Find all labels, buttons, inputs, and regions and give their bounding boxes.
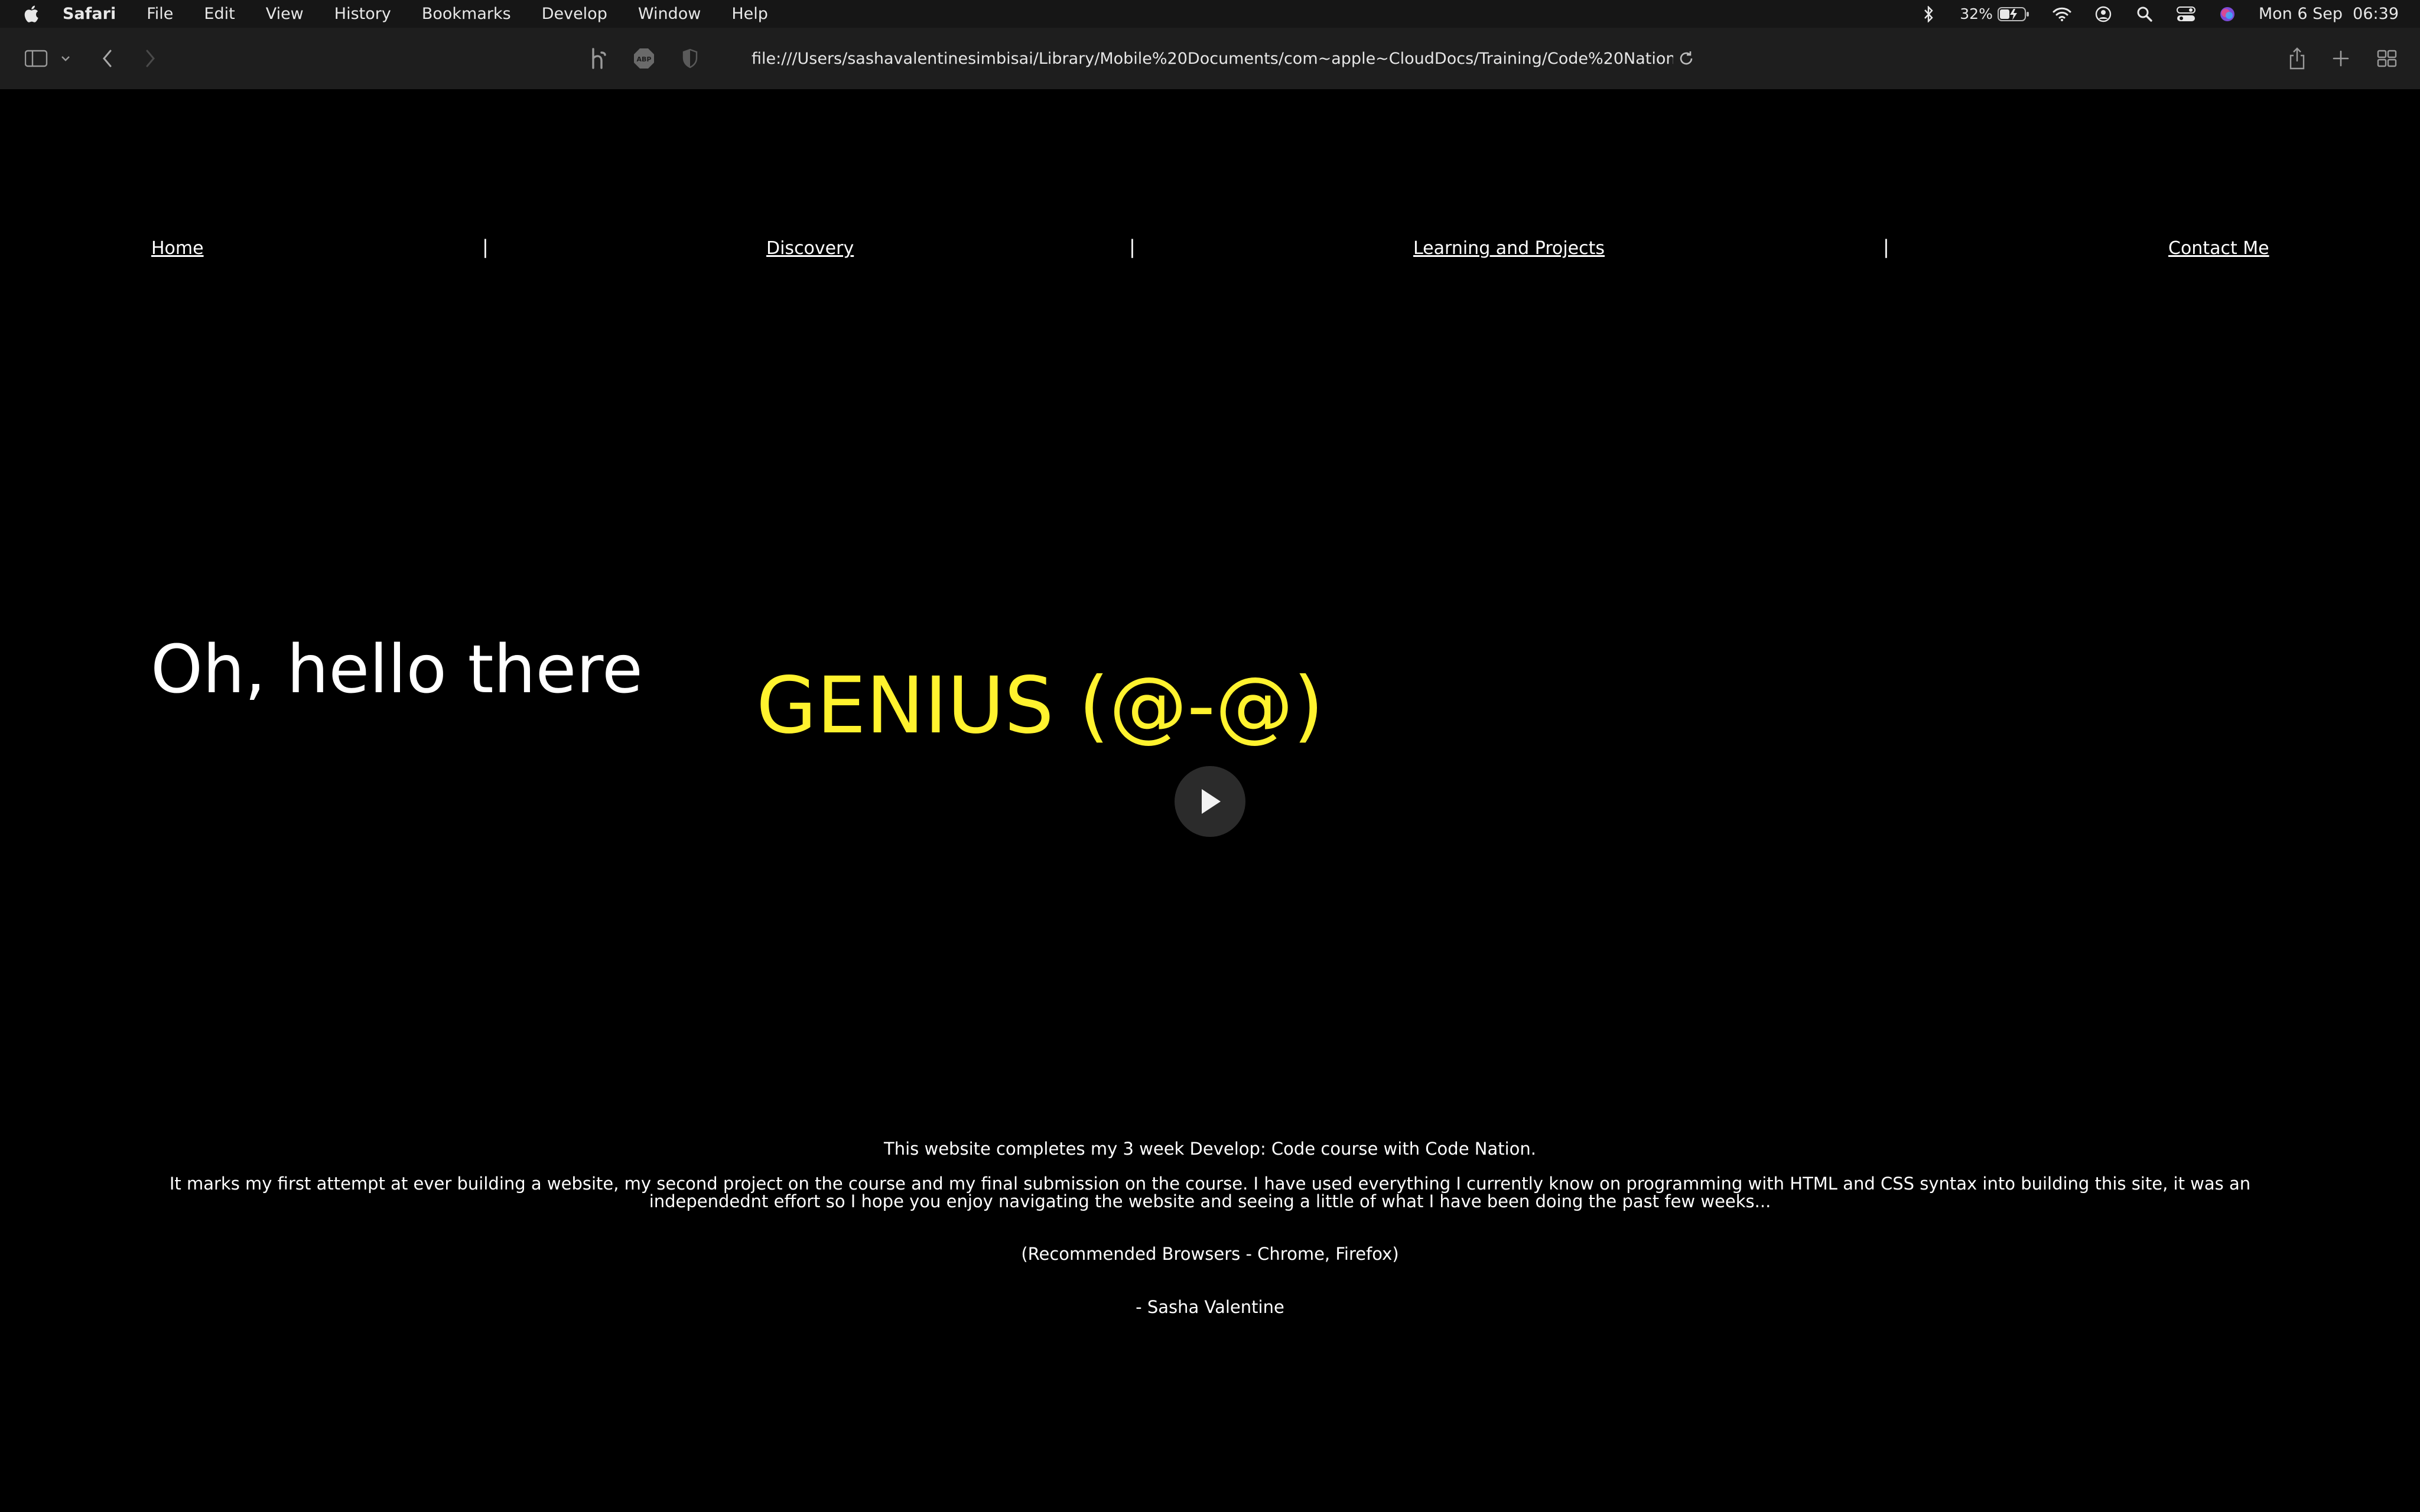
hero-greeting: Oh, hello there: [151, 631, 643, 708]
web-page: Home | Discovery | Learning and Projects…: [0, 89, 2420, 1512]
honey-extension-icon[interactable]: [586, 45, 612, 71]
svg-text:ABP: ABP: [637, 56, 652, 63]
new-tab-icon[interactable]: [2328, 45, 2354, 71]
battery-icon: [1997, 6, 2029, 21]
wifi-icon[interactable]: [2052, 4, 2072, 24]
menu-bar: Safari File Edit View History Bookmarks …: [0, 0, 2420, 28]
intro-line-course: This website completes my 3 week Develop…: [884, 1139, 1536, 1159]
hero-headline: GENIUS (@-@): [756, 660, 1324, 751]
tab-overview-icon[interactable]: [2374, 45, 2400, 71]
menu-window[interactable]: Window: [638, 5, 701, 23]
bluetooth-icon[interactable]: [1918, 4, 1938, 24]
battery-status[interactable]: 32%: [1960, 5, 2031, 22]
privacy-shield-icon[interactable]: [677, 45, 703, 71]
share-icon[interactable]: [2284, 45, 2310, 71]
address-bar[interactable]: file:///Users/sashavalentinesimbisai/Lib…: [720, 42, 1709, 75]
siri-icon[interactable]: [2217, 4, 2237, 24]
nav-separator: |: [1883, 236, 1889, 258]
adblock-extension-icon[interactable]: ABP: [631, 45, 657, 71]
chevron-left-icon: [103, 50, 112, 67]
chevron-down-icon[interactable]: [57, 45, 74, 71]
sidebar-toggle-icon[interactable]: [24, 45, 50, 71]
menu-safari[interactable]: Safari: [63, 5, 116, 23]
browser-toolbar: ABP file:///Users/sashavalentinesimbisai…: [0, 28, 2420, 90]
nav-contact-link[interactable]: Contact Me: [2168, 238, 2269, 259]
nav-discovery-link[interactable]: Discovery: [766, 238, 854, 259]
nav-learning-projects-link[interactable]: Learning and Projects: [1413, 238, 1605, 259]
menu-history[interactable]: History: [334, 5, 391, 23]
back-button[interactable]: [95, 45, 121, 71]
nav-separator: |: [1129, 236, 1136, 258]
apple-menu-icon[interactable]: [22, 4, 40, 24]
menu-bookmarks[interactable]: Bookmarks: [422, 5, 511, 23]
spotlight-search-icon[interactable]: [2135, 4, 2155, 24]
battery-percent: 32%: [1960, 5, 1993, 22]
reload-icon[interactable]: [1673, 45, 1699, 71]
menu-file[interactable]: File: [147, 5, 173, 23]
status-area: 32% Mon 6 Sep 06:39: [1918, 0, 2399, 28]
recommended-browsers: (Recommended Browsers - Chrome, Firefox): [1021, 1244, 1399, 1264]
video-play-button[interactable]: [1175, 766, 1245, 837]
control-center-icon[interactable]: [2176, 4, 2196, 24]
signature: - Sasha Valentine: [1136, 1297, 1284, 1317]
play-icon: [1202, 789, 1221, 814]
intro-paragraph: It marks my first attempt at ever buildi…: [169, 1174, 2251, 1211]
url-text: file:///Users/sashavalentinesimbisai/Lib…: [752, 49, 1673, 68]
menu-edit[interactable]: Edit: [204, 5, 235, 23]
clock[interactable]: Mon 6 Sep 06:39: [2259, 5, 2399, 23]
user-account-icon[interactable]: [2093, 4, 2113, 24]
nav-home-link[interactable]: Home: [151, 238, 204, 259]
nav-separator: |: [482, 236, 489, 258]
menu-develop[interactable]: Develop: [542, 5, 607, 23]
menu-view[interactable]: View: [266, 5, 304, 23]
menu-help[interactable]: Help: [731, 5, 768, 23]
chevron-right-icon: [146, 50, 155, 67]
forward-button[interactable]: [137, 45, 163, 71]
